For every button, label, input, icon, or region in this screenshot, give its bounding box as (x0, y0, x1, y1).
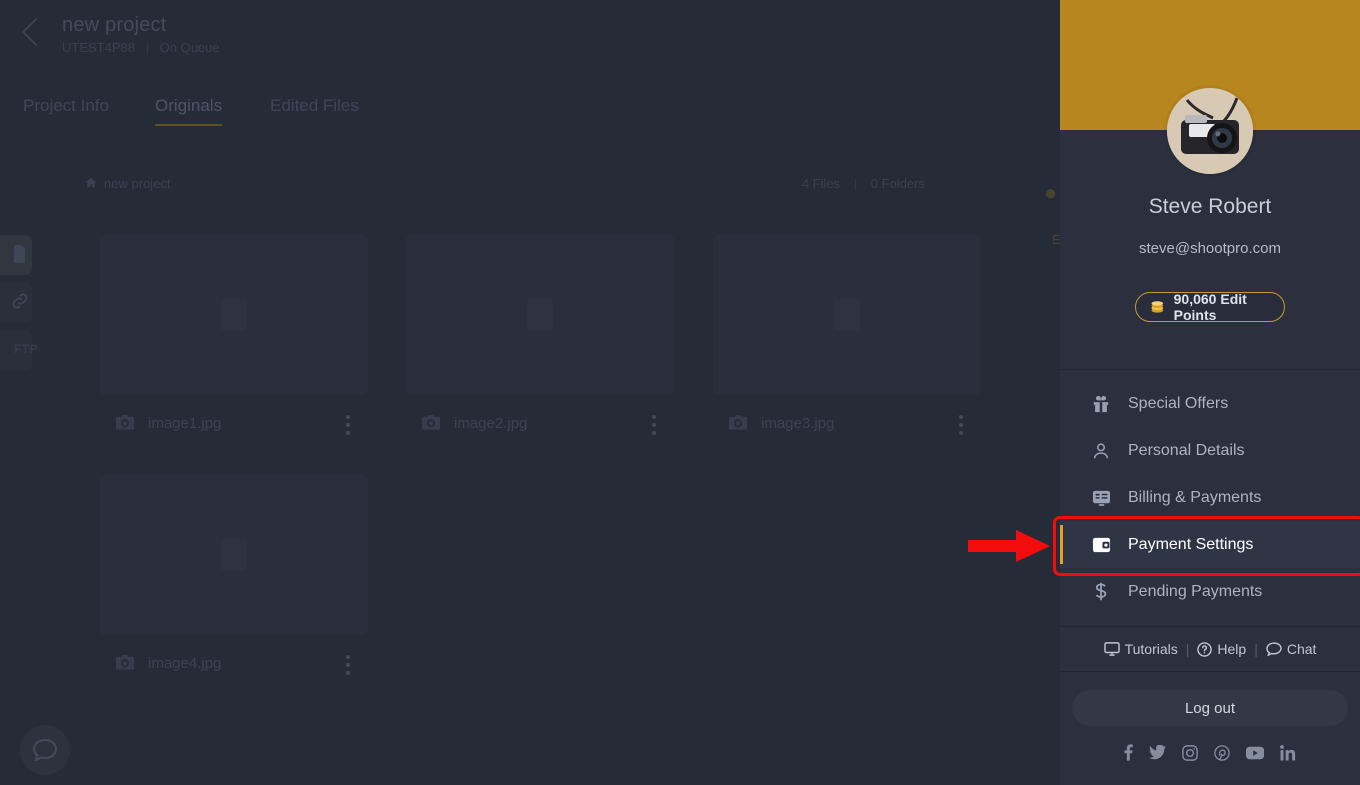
chat-bubble-icon (33, 739, 57, 761)
folder-count: 0 Folders (870, 176, 925, 191)
menu-item-personal-details[interactable]: Personal Details (1060, 427, 1360, 474)
file-thumbnail (100, 235, 368, 395)
file-card[interactable]: image2.jpg (406, 235, 674, 439)
link-icon (12, 293, 28, 309)
subtitle-separator: | (145, 40, 149, 55)
chat-label: Chat (1286, 641, 1317, 657)
rail-tab-link[interactable] (0, 283, 32, 323)
chevron-left-icon[interactable] (21, 17, 51, 47)
chat-link[interactable]: Chat (1266, 641, 1317, 657)
pinterest-icon[interactable] (1214, 744, 1230, 766)
ftp-icon: FTP (14, 342, 39, 356)
menu-item-label: Personal Details (1128, 441, 1245, 459)
screen: new project UTEST4P88 | On Queue Project… (0, 0, 1360, 785)
account-menu: Special Offers Personal Details Billing … (1060, 370, 1360, 615)
person-icon (1090, 442, 1112, 460)
file-name: image3.jpg (761, 415, 835, 432)
billing-card-icon (1090, 489, 1112, 507)
chat-fab-button[interactable] (20, 725, 70, 775)
file-thumbnail (100, 475, 368, 635)
linkedin-icon[interactable] (1280, 744, 1296, 766)
file-name: image2.jpg (454, 415, 528, 432)
user-email: steve@shootpro.com (1139, 240, 1281, 257)
menu-item-pending-payments[interactable]: Pending Payments (1060, 568, 1360, 615)
profile-section: Steve Robert steve@shootpro.com 90,060 E… (1060, 0, 1360, 370)
wallet-icon (1090, 536, 1112, 554)
edit-points-label: 90,060 Edit Points (1173, 291, 1247, 323)
camera-icon (116, 655, 134, 670)
project-tabs: Project Info Originals Edited Files (0, 96, 1060, 136)
question-circle-icon (1197, 641, 1213, 657)
more-vertical-icon[interactable] (959, 415, 963, 435)
rail-tab-files[interactable] (0, 235, 32, 275)
page-title: new project (62, 14, 167, 36)
tab-originals[interactable]: Originals (155, 96, 223, 126)
logout-button[interactable]: Log out (1072, 690, 1348, 726)
tutorials-link[interactable]: Tutorials (1103, 641, 1178, 657)
placeholder-icon (221, 539, 247, 571)
menu-item-label: Special Offers (1128, 394, 1229, 412)
ghost-icon: ● (1044, 180, 1058, 205)
help-label: Help (1217, 641, 1247, 657)
menu-item-payment-settings[interactable]: Payment Settings (1060, 521, 1360, 568)
social-links (1060, 744, 1360, 766)
rail-tab-ftp[interactable]: FTP (0, 331, 38, 371)
youtube-icon[interactable] (1246, 746, 1264, 765)
link-separator: | (1185, 641, 1190, 657)
tab-project-info[interactable]: Project Info (23, 96, 109, 126)
coins-icon (1151, 301, 1164, 313)
facebook-icon[interactable] (1124, 744, 1133, 766)
count-separator: | (853, 176, 858, 191)
camera-icon (422, 415, 440, 430)
more-vertical-icon[interactable] (652, 415, 656, 435)
placeholder-icon (527, 299, 553, 331)
file-card[interactable]: image1.jpg (100, 235, 368, 439)
menu-item-billing-payments[interactable]: Billing & Payments (1060, 474, 1360, 521)
camera-icon (729, 415, 747, 430)
edit-points-badge[interactable]: 90,060 Edit Points (1135, 291, 1285, 323)
menu-item-special-offers[interactable]: Special Offers (1060, 380, 1360, 427)
camera-photo-avatar (1167, 88, 1253, 174)
document-icon (14, 245, 25, 263)
tutorials-label: Tutorials (1124, 641, 1178, 657)
chat-bubble-icon (1266, 642, 1282, 656)
breadcrumb-bar: new project 4 Files | 0 Folders (0, 172, 1060, 202)
gift-icon (1090, 395, 1112, 413)
user-name: Steve Robert (1148, 195, 1272, 218)
instagram-icon[interactable] (1182, 744, 1198, 766)
monitor-icon (1103, 642, 1120, 656)
home-icon (85, 177, 97, 188)
file-counts: 4 Files | 0 Folders (802, 176, 925, 191)
camera-icon (116, 415, 134, 430)
file-thumbnail (406, 235, 674, 395)
file-name: image4.jpg (148, 655, 222, 672)
twitter-icon[interactable] (1149, 744, 1166, 765)
red-arrow-right (968, 530, 1050, 562)
placeholder-icon (834, 299, 860, 331)
dollar-icon (1090, 582, 1112, 601)
avatar[interactable] (1167, 88, 1253, 174)
menu-item-label: Pending Payments (1128, 582, 1263, 600)
more-vertical-icon[interactable] (346, 415, 350, 435)
menu-item-label: Billing & Payments (1128, 488, 1262, 506)
link-separator: | (1254, 641, 1258, 657)
file-count: 4 Files (801, 176, 841, 191)
project-code: UTEST4P88 (62, 40, 135, 55)
file-card[interactable]: image3.jpg (713, 235, 981, 439)
more-vertical-icon[interactable] (346, 655, 350, 675)
project-status: On Queue (159, 40, 220, 55)
tab-edited-files[interactable]: Edited Files (270, 96, 359, 126)
account-panel: Steve Robert steve@shootpro.com 90,060 E… (1060, 0, 1360, 785)
menu-item-label: Payment Settings (1128, 535, 1254, 553)
help-link[interactable]: Help (1197, 641, 1246, 657)
file-card[interactable]: image4.jpg (100, 475, 368, 679)
project-header: new project UTEST4P88 | On Queue (0, 0, 1060, 88)
breadcrumb[interactable]: new project (104, 176, 170, 191)
file-name: image1.jpg (148, 415, 222, 432)
help-links: Tutorials | Help | Chat (1060, 626, 1360, 672)
file-thumbnail (713, 235, 981, 395)
project-subtitle: UTEST4P88 | On Queue (62, 40, 220, 55)
placeholder-icon (221, 299, 247, 331)
